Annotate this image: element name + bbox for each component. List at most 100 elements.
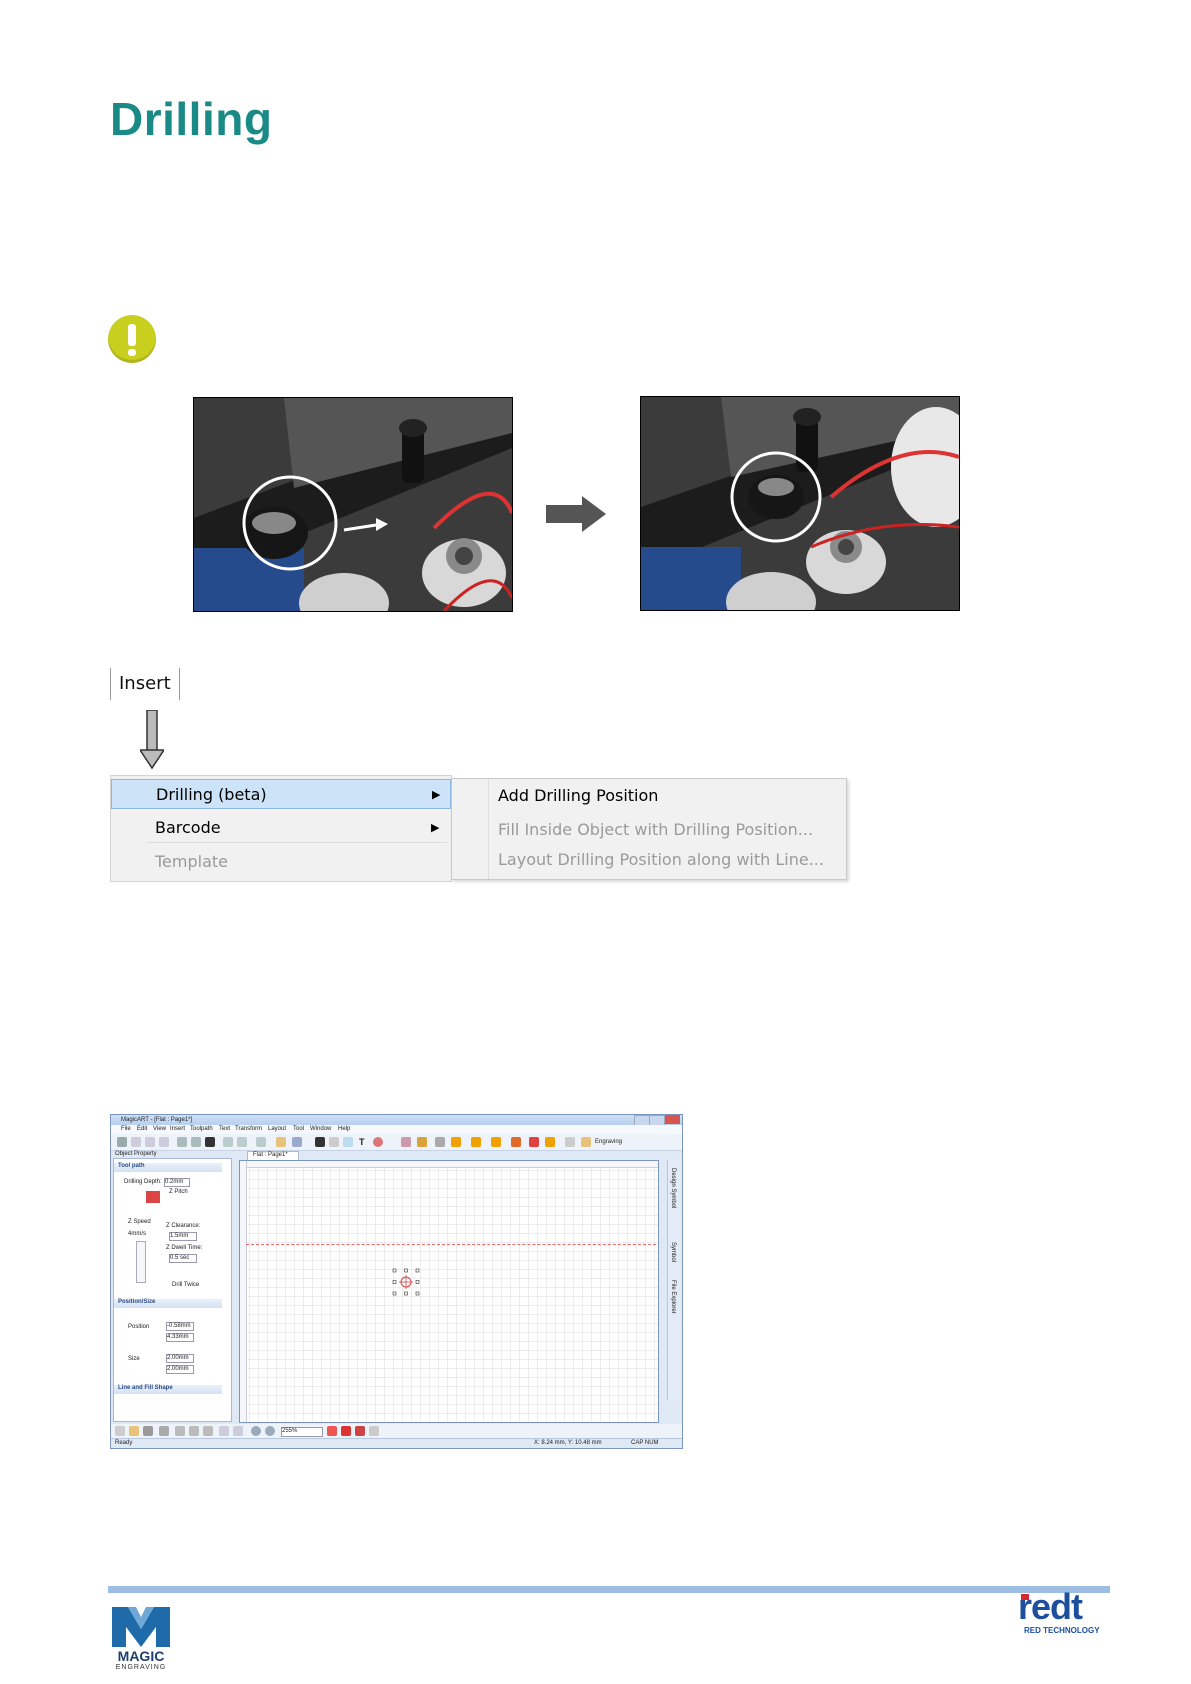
menu-item-label: Barcode xyxy=(155,818,221,837)
transform-icon[interactable] xyxy=(256,1137,266,1147)
menu-item-barcode[interactable]: Barcode ▶ xyxy=(111,813,451,843)
text-tool-icon[interactable]: T xyxy=(359,1137,369,1147)
z-speed-value: 4mm/s xyxy=(128,1231,146,1237)
save-icon[interactable] xyxy=(143,1426,153,1436)
zoom-fit-icon[interactable] xyxy=(327,1426,337,1436)
size-x-input[interactable]: 2.00mm xyxy=(166,1354,194,1363)
size-y-input[interactable]: 2.00mm xyxy=(166,1365,194,1374)
z-dwell-label: Z Dwell Time: xyxy=(166,1245,203,1251)
circle-icon[interactable] xyxy=(131,1137,141,1147)
new-file-icon[interactable] xyxy=(115,1426,125,1436)
copy-icon[interactable] xyxy=(189,1426,199,1436)
paste-icon[interactable] xyxy=(203,1426,213,1436)
ruler-horizontal xyxy=(240,1161,658,1168)
pan-hand-icon[interactable] xyxy=(369,1426,379,1436)
pencil-icon[interactable] xyxy=(117,1137,127,1147)
drill-icon[interactable] xyxy=(373,1137,383,1147)
cut-icon[interactable] xyxy=(175,1426,185,1436)
ruler-vertical xyxy=(240,1161,247,1422)
menu-transform[interactable]: Transform xyxy=(235,1126,262,1132)
drilling-position-object[interactable] xyxy=(392,1268,420,1296)
status-bar: Ready X: 8.24 mm, Y: 10.48 mm CAP NUM xyxy=(111,1438,682,1448)
engrave-c-icon[interactable] xyxy=(491,1137,501,1147)
print-icon[interactable] xyxy=(159,1426,169,1436)
gear-icon[interactable] xyxy=(191,1137,201,1147)
menu-item-label: Drilling (beta) xyxy=(156,785,267,804)
guide-line xyxy=(246,1244,656,1245)
z-pitch-checkbox[interactable]: Z Pitch xyxy=(169,1189,188,1195)
menu-insert[interactable]: Insert xyxy=(170,1126,185,1132)
z-speed-slider[interactable] xyxy=(136,1241,146,1283)
rectangle-icon[interactable] xyxy=(145,1137,155,1147)
section-line-fill[interactable]: Line and Fill Shape xyxy=(114,1385,222,1394)
star-icon[interactable] xyxy=(177,1137,187,1147)
menu-view[interactable]: View xyxy=(153,1126,166,1132)
zoom-select[interactable]: 255% xyxy=(281,1427,323,1437)
app-toolbar: T Engraving xyxy=(111,1134,682,1151)
redo-icon[interactable] xyxy=(233,1426,243,1436)
position-x-input[interactable]: -0.58mm xyxy=(166,1322,194,1331)
redt-logo-text: redt xyxy=(1018,1586,1083,1627)
tab-design-symbol[interactable]: Design Symbol xyxy=(670,1168,676,1208)
photo-before xyxy=(193,397,513,612)
color-icon[interactable] xyxy=(401,1137,411,1147)
arrow-down-icon xyxy=(140,710,164,770)
zoom-in-icon[interactable] xyxy=(251,1426,261,1436)
box-icon[interactable] xyxy=(276,1137,286,1147)
z-clearance-label: Z Clearance: xyxy=(166,1223,201,1229)
zoom-out-icon[interactable] xyxy=(265,1426,275,1436)
insert-menu-tab[interactable]: Insert xyxy=(110,668,180,700)
object-property-panel: Tool path Drilling Depth: 0.2mm Z Pitch … xyxy=(113,1158,232,1422)
z-dwell-select[interactable]: 0.5 sec xyxy=(169,1254,197,1263)
machine-icon[interactable] xyxy=(565,1137,575,1147)
engrave-b-icon[interactable] xyxy=(471,1137,481,1147)
menu-layout[interactable]: Layout xyxy=(268,1126,286,1132)
redt-red-mark-icon xyxy=(1021,1594,1029,1600)
menu-file[interactable]: File xyxy=(121,1126,131,1132)
menu-divider xyxy=(147,842,447,843)
section-position-size[interactable]: Position/Size xyxy=(114,1299,222,1308)
z-clearance-select[interactable]: 1.5mm xyxy=(169,1232,197,1241)
engrave-d-icon[interactable] xyxy=(511,1137,521,1147)
zoom-all-icon[interactable] xyxy=(355,1426,365,1436)
menu-tool[interactable]: Tool xyxy=(293,1126,304,1132)
menu-edit[interactable]: Edit xyxy=(137,1126,147,1132)
align-icon[interactable] xyxy=(223,1137,233,1147)
close-icon[interactable] xyxy=(664,1115,680,1124)
tab-file-explorer[interactable]: File Explorer xyxy=(670,1280,676,1314)
submenu-item-layout[interactable]: Layout Drilling Position along with Line… xyxy=(498,850,824,869)
drilling-depth-input[interactable]: 0.2mm xyxy=(164,1178,190,1187)
menu-toolpath[interactable]: Toolpath xyxy=(190,1126,213,1132)
ellipse-icon[interactable] xyxy=(159,1137,169,1147)
tool-icon[interactable] xyxy=(435,1137,445,1147)
group-icon[interactable] xyxy=(237,1137,247,1147)
submenu-item-fill[interactable]: Fill Inside Object with Drilling Positio… xyxy=(498,820,813,839)
table-icon[interactable] xyxy=(315,1137,325,1147)
fill-icon[interactable] xyxy=(417,1137,427,1147)
text-art-icon[interactable] xyxy=(205,1137,215,1147)
import-icon[interactable] xyxy=(329,1137,339,1147)
menu-text[interactable]: Text xyxy=(219,1126,230,1132)
zoom-page-icon[interactable] xyxy=(341,1426,351,1436)
undo-icon[interactable] xyxy=(219,1426,229,1436)
menu-window[interactable]: Window xyxy=(310,1126,331,1132)
engrave-f-icon[interactable] xyxy=(545,1137,555,1147)
drill-twice-checkbox[interactable]: Drill Twice xyxy=(172,1282,199,1288)
z-pitch-icon xyxy=(146,1191,160,1203)
menu-item-template[interactable]: Template xyxy=(111,847,451,877)
open-folder-icon[interactable] xyxy=(129,1426,139,1436)
section-toolpath[interactable]: Tool path xyxy=(114,1163,222,1172)
engraving-icon[interactable] xyxy=(581,1137,591,1147)
grid-icon[interactable] xyxy=(292,1137,302,1147)
position-y-input[interactable]: 4.33mm xyxy=(166,1333,194,1342)
menu-help[interactable]: Help xyxy=(338,1126,350,1132)
select-icon[interactable] xyxy=(343,1137,353,1147)
submenu-item-add[interactable]: Add Drilling Position xyxy=(498,786,658,805)
engrave-a-icon[interactable] xyxy=(451,1137,461,1147)
drawing-canvas[interactable] xyxy=(239,1160,659,1423)
page-title: Drilling xyxy=(110,93,273,145)
engrave-e-icon[interactable] xyxy=(529,1137,539,1147)
tab-symbol[interactable]: Symbol xyxy=(670,1242,676,1262)
window-title: MagicART - [Flat : Page1*] xyxy=(121,1117,193,1123)
menu-item-drilling[interactable]: Drilling (beta) ▶ xyxy=(111,779,451,809)
